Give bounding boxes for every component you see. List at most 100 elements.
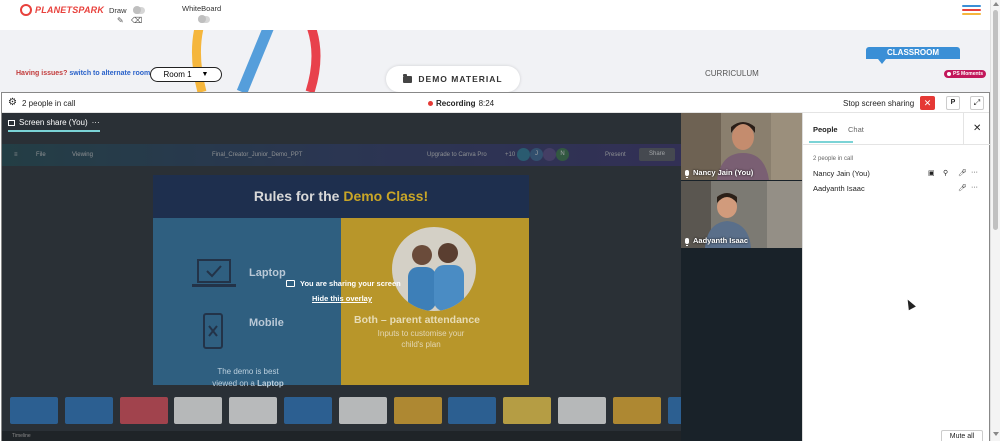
alternate-room-link[interactable]: switch to alternate room (69, 70, 150, 77)
slide-thumbnail (393, 397, 442, 424)
tab-active-indicator (809, 141, 853, 143)
recording-time: 8:24 (478, 99, 495, 108)
video-tile[interactable]: Aadyanth Isaac (681, 181, 802, 248)
slide-laptop-text: Laptop (249, 267, 286, 279)
canva-present: Present (605, 152, 626, 158)
tab-people[interactable]: People (813, 125, 838, 134)
slide-mobile-text: Mobile (249, 317, 284, 329)
people-panel: People Chat ✕ 2 people in call Nancy Jai… (802, 113, 990, 441)
participant-name: Aadyanth Isaac (813, 184, 865, 193)
curriculum-tab[interactable]: CURRICULUM (705, 69, 759, 78)
more-icon[interactable]: ··· (92, 118, 100, 127)
microphone-icon[interactable]: 🎤︎ (958, 169, 967, 177)
participant-row[interactable]: Nancy Jain (You) ▣ ⚲ 🎤︎ ··· (813, 169, 983, 181)
more-icon[interactable]: ··· (971, 169, 978, 176)
top-bar: PLANETSPARK Draw ✎ ⌫ WhiteBoard (0, 0, 990, 30)
more-icon[interactable]: ··· (971, 184, 978, 191)
video-tile-name: Nancy Jain (You) (685, 168, 753, 178)
canva-viewing: Viewing (72, 152, 93, 158)
canva-doc-title: Final_Creator_Junior_Demo_PPT (212, 152, 303, 158)
chevron-down-icon: ▼ (201, 71, 209, 78)
draw-toggle[interactable] (133, 6, 145, 14)
demo-material-tab[interactable]: DEMO MATERIAL (386, 66, 520, 92)
logo-icon (20, 4, 32, 16)
menu-icon: ≡ (14, 152, 18, 158)
people-count: 2 people in call (22, 99, 76, 108)
video-tile-name: Aadyanth Isaac (685, 236, 748, 246)
call-frame: ⚙ 2 people in call Recording 8:24 Stop s… (1, 92, 990, 441)
video-tile[interactable]: Nancy Jain (You) (681, 113, 802, 180)
stop-sharing-label[interactable]: Stop screen sharing (843, 99, 914, 108)
expand-icon[interactable]: ⤢ (970, 96, 984, 110)
video-tiles: Nancy Jain (You) Aadyanth Isaac (681, 113, 802, 441)
slide-thumbnail (338, 397, 387, 424)
folder-icon (403, 73, 413, 83)
canva-plus-count: +10 (505, 152, 516, 158)
microphone-icon[interactable]: 🎤︎ (958, 184, 967, 192)
canva-share: Share (639, 148, 675, 161)
menu-icon[interactable] (962, 5, 981, 17)
avatar (517, 148, 530, 161)
screen-share-icon[interactable]: ▣ (928, 169, 935, 177)
sharing-overlay-message: You are sharing your screen (286, 279, 401, 288)
avatar: J (530, 148, 543, 161)
screen-share-icon (286, 280, 295, 287)
slide-inputs-text: Inputs to customise your child's plan (377, 329, 465, 349)
record-dot-icon (947, 72, 951, 76)
demo-material-label: DEMO MATERIAL (418, 74, 503, 84)
slide-thumbnail (503, 397, 552, 424)
slide-thumbnail (612, 397, 661, 424)
stop-sharing-button[interactable]: ✕ (920, 96, 935, 110)
screen-icon (8, 119, 15, 126)
classroom-tab[interactable]: CLASSROOM (866, 47, 960, 64)
slide-thumbnail (284, 397, 332, 424)
participant-count: 2 people in call (813, 156, 854, 162)
scroll-down-icon[interactable] (993, 432, 999, 436)
phone-icon (203, 313, 223, 349)
slide-thumbnail (174, 397, 223, 424)
gear-icon[interactable]: ⚙ (8, 97, 17, 108)
scroll-up-icon[interactable] (993, 2, 999, 6)
pip-button[interactable]: P (946, 96, 960, 110)
scrollbar-thumb[interactable] (993, 10, 998, 230)
canva-file: File (36, 152, 46, 158)
slide-thumbnail (119, 397, 168, 424)
avatar: N (556, 148, 569, 161)
laptop-icon (192, 259, 236, 287)
slide-thumbnail (558, 397, 606, 424)
tab-chat[interactable]: Chat (848, 125, 864, 134)
whiteboard-toggle[interactable] (198, 15, 210, 23)
slide-thumbnail (448, 397, 497, 424)
screen-share-tab[interactable]: Screen share (You) ··· (8, 118, 100, 132)
slide-thumbnail (229, 397, 278, 424)
participant-name: Nancy Jain (You) (813, 169, 870, 178)
app-window: PLANETSPARK Draw ✎ ⌫ WhiteBoard Having i… (0, 0, 1000, 441)
close-icon[interactable]: ✕ (973, 123, 981, 134)
pencil-icon[interactable]: ✎ (117, 16, 124, 25)
divider (963, 113, 964, 144)
add-user-icon[interactable]: ⚲ (943, 169, 948, 177)
canva-toolbar: ≡ File Viewing Final_Creator_Junior_Demo… (2, 144, 681, 166)
record-dot-icon (428, 101, 433, 106)
participant-row[interactable]: Aadyanth Isaac 🎤︎ ··· (813, 184, 983, 196)
canva-upgrade: Upgrade to Canva Pro (427, 152, 487, 158)
slide-thumbnails (2, 394, 681, 428)
call-toolbar: ⚙ 2 people in call Recording 8:24 Stop s… (2, 93, 989, 113)
brand-logo[interactable]: PLANETSPARK (20, 4, 104, 16)
decorative-arcs (191, 30, 321, 92)
slide-thumbnail (64, 397, 113, 424)
panel-tabs: People Chat ✕ (803, 113, 990, 145)
hide-overlay-link[interactable]: Hide this overlay (312, 294, 372, 303)
room-select[interactable]: Room 1 ▼ (150, 67, 222, 82)
ps-moments-badge[interactable]: PS Moments (944, 70, 987, 78)
eraser-icon[interactable]: ⌫ (131, 16, 142, 25)
page-scrollbar[interactable] (990, 0, 1000, 441)
classroom-header: Having issues? switch to alternate room … (0, 30, 990, 92)
brand-name: PLANETSPARK (35, 5, 105, 15)
slide-thumbnail (10, 397, 58, 424)
room-select-value: Room 1 (163, 70, 192, 79)
whiteboard-label: WhiteBoard (182, 4, 222, 13)
draw-label: Draw (109, 6, 127, 15)
mute-all-button[interactable]: Mute all (941, 430, 983, 441)
parents-photo (392, 227, 476, 311)
